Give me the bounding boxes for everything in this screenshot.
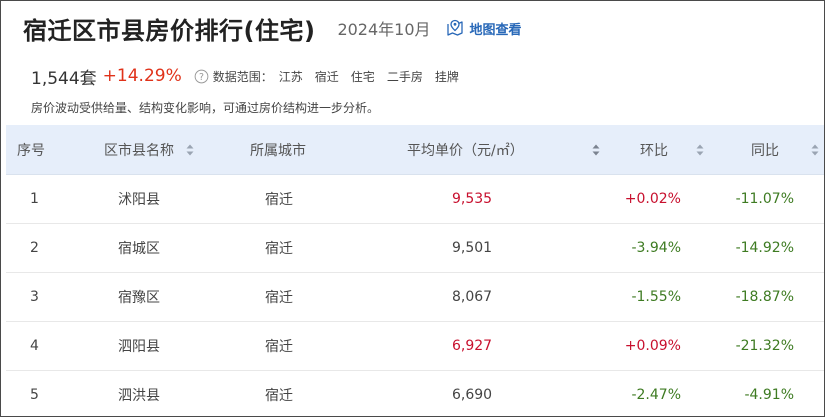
listing-count: 1,544套: [31, 68, 97, 89]
price-cell: 6,690: [452, 387, 493, 403]
scope-tag-province: 江苏: [278, 69, 303, 84]
col-name-header[interactable]: 区市县名称: [104, 125, 194, 174]
sort-icon[interactable]: [696, 144, 704, 156]
price-ranking-table: 序号 区市县名称 所属城市 平均单价（元/㎡） 环比 同比 1 沭阳县 宿迁 9…: [6, 125, 824, 416]
scope-tag-property-type: 住宅: [350, 69, 375, 84]
title-row: 宿迁区市县房价排行(住宅) 2024年10月 地图查看: [23, 9, 522, 47]
city-cell: 宿迁: [265, 339, 293, 355]
rank-cell: 2: [30, 240, 39, 256]
map-view-label: 地图查看: [469, 22, 522, 38]
col-yoy-header[interactable]: 同比: [751, 125, 819, 174]
rank-cell: 1: [30, 191, 39, 207]
col-city-header: 所属城市: [250, 125, 306, 174]
scope-label: 数据范围：: [212, 69, 273, 84]
svg-text:?: ?: [199, 71, 204, 82]
price-cell: 9,535: [452, 191, 493, 207]
price-cell: 9,501: [452, 240, 493, 256]
col-city-label: 所属城市: [250, 142, 306, 159]
listing-change: +14.29%: [102, 66, 182, 86]
yoy-cell: -11.07%: [735, 191, 794, 207]
scope-tag-city: 宿迁: [314, 69, 339, 84]
table-row[interactable]: 5 泗洪县 宿迁 6,690 -2.47% -4.91%: [6, 371, 824, 416]
table-row[interactable]: 3 宿豫区 宿迁 8,067 -1.55% -18.87%: [6, 273, 824, 322]
rank-cell: 3: [30, 289, 39, 305]
city-cell: 宿迁: [265, 388, 293, 404]
col-name-label: 区市县名称: [104, 142, 174, 159]
scope-tag-market: 二手房: [386, 69, 423, 84]
rank-cell: 5: [30, 387, 39, 403]
mom-cell: +0.09%: [624, 338, 681, 354]
table-row[interactable]: 2 宿城区 宿迁 9,501 -3.94% -14.92%: [6, 224, 824, 273]
yoy-cell: -14.92%: [735, 240, 794, 256]
price-ranking-panel: 宿迁区市县房价排行(住宅) 2024年10月 地图查看 1,544套 +14.2…: [0, 0, 825, 417]
col-price-label: 平均单价（元/㎡）: [407, 142, 524, 159]
sort-icon[interactable]: [811, 144, 819, 156]
district-name-cell[interactable]: 宿城区: [118, 224, 160, 272]
yoy-cell: -21.32%: [735, 338, 794, 354]
mom-cell: -3.94%: [631, 240, 681, 256]
district-name-cell[interactable]: 宿豫区: [118, 273, 160, 321]
mom-cell: +0.02%: [624, 191, 681, 207]
col-yoy-label: 同比: [751, 142, 779, 159]
col-price-sort[interactable]: [592, 125, 600, 174]
col-mom-label: 环比: [640, 142, 668, 159]
price-cell: 8,067: [452, 289, 493, 305]
table-header: 序号 区市县名称 所属城市 平均单价（元/㎡） 环比 同比: [6, 125, 824, 175]
stats-row: 1,544套 +14.29% ? 数据范围： 江苏 宿迁 住宅 二手房 挂牌: [31, 63, 459, 89]
sort-icon[interactable]: [592, 144, 600, 156]
mom-cell: -1.55%: [631, 289, 681, 305]
map-view-link[interactable]: 地图查看: [445, 18, 522, 38]
scope-tag-source: 挂牌: [434, 69, 459, 84]
price-cell: 6,927: [452, 338, 493, 354]
sort-icon[interactable]: [186, 144, 194, 156]
col-mom-header[interactable]: 环比: [640, 125, 704, 174]
mom-cell: -2.47%: [631, 387, 681, 403]
table-row[interactable]: 4 泗阳县 宿迁 6,927 +0.09% -21.32%: [6, 322, 824, 371]
yoy-cell: -18.87%: [735, 289, 794, 305]
city-cell: 宿迁: [265, 192, 293, 208]
help-icon[interactable]: ?: [194, 69, 209, 84]
table-row[interactable]: 1 沭阳县 宿迁 9,535 +0.02% -11.07%: [6, 175, 824, 224]
col-rank-header: 序号: [17, 125, 45, 174]
district-name-cell[interactable]: 沭阳县: [118, 175, 160, 223]
yoy-cell: -4.91%: [744, 387, 794, 403]
district-name-cell[interactable]: 泗洪县: [118, 371, 160, 416]
price-note: 房价波动受供给量、结构变化影响，可通过房价结构进一步分析。: [31, 101, 380, 115]
rank-cell: 4: [30, 338, 39, 354]
col-rank-label: 序号: [17, 142, 45, 159]
period-label: 2024年10月: [337, 20, 431, 39]
district-name-cell[interactable]: 泗阳县: [118, 322, 160, 370]
city-cell: 宿迁: [265, 290, 293, 306]
city-cell: 宿迁: [265, 241, 293, 257]
page-title: 宿迁区市县房价排行(住宅): [23, 16, 316, 45]
col-price-header: 平均单价（元/㎡）: [407, 125, 524, 174]
map-pin-icon: [446, 19, 463, 36]
